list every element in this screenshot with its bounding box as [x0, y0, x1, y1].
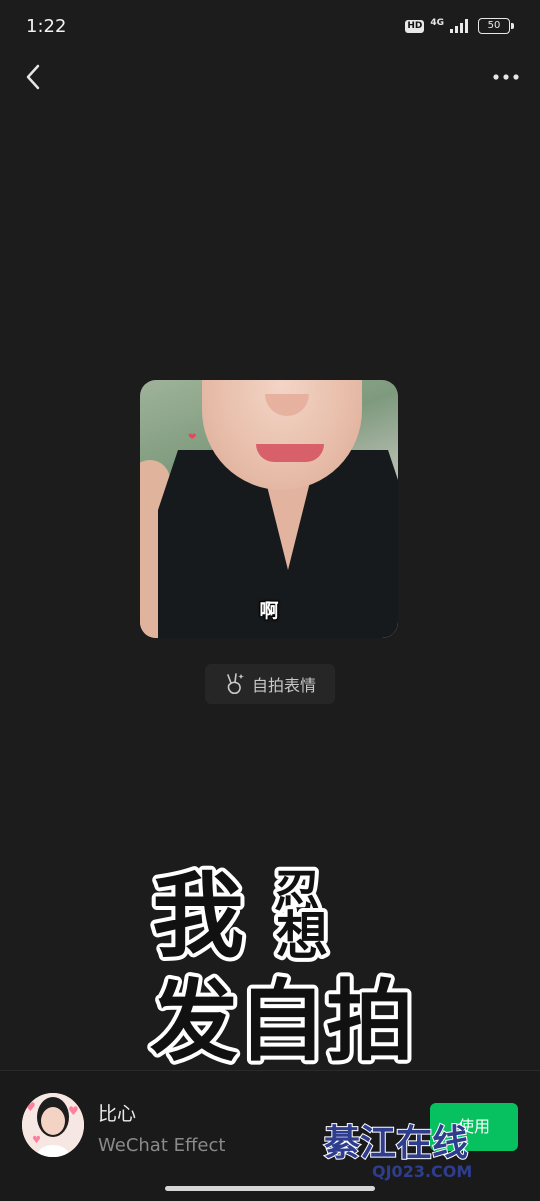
effect-title: 比心 [98, 1103, 137, 1125]
sticker-line-fazipai: 发自拍 [150, 970, 414, 1066]
photo-lips [256, 444, 324, 462]
effect-avatar[interactable]: ♥ ♥ ♥ [22, 1093, 84, 1157]
chevron-left-icon [26, 64, 40, 90]
sticker-text-image: 我 忍 想 发自拍 [146, 859, 418, 1066]
selfie-sticker-image[interactable]: ❤ 啊 [140, 380, 398, 638]
svg-text:♥: ♥ [68, 1104, 79, 1118]
heart-icon: ❤ [188, 432, 197, 443]
site-watermark: 綦江在线 QJ023.COM [323, 1122, 472, 1181]
home-indicator[interactable] [165, 1186, 375, 1191]
network-type: 4G [430, 17, 444, 28]
selfie-sticker-button[interactable]: 自拍表情 [205, 664, 335, 704]
svg-text:♥: ♥ [32, 1135, 41, 1146]
victory-hand-icon [227, 673, 244, 695]
hd-badge: HD [405, 19, 425, 33]
photo-caption: 啊 [259, 600, 279, 622]
more-dots-icon [493, 74, 519, 80]
watermark-url: QJ023.COM [372, 1162, 472, 1181]
signal-icon [450, 19, 468, 33]
status-bar: 1:22 HD 4G 50 [0, 0, 540, 54]
more-button[interactable] [488, 62, 524, 92]
effect-bar: ♥ ♥ ♥ 比心 WeChat Effect 使用 綦江在线 QJ023.COM [0, 1070, 540, 1201]
back-button[interactable] [18, 60, 52, 94]
svg-text:♥: ♥ [25, 1100, 36, 1114]
status-icons: HD 4G 50 [405, 17, 514, 34]
sticker-char-wo: 我 [152, 863, 244, 970]
status-time: 1:22 [26, 16, 67, 37]
sticker-char-xiang: 想 [276, 907, 328, 967]
effect-thumbnail-icon: ♥ ♥ ♥ [22, 1093, 84, 1157]
watermark-text: 綦江在线 [324, 1123, 468, 1164]
selfie-sticker-label: 自拍表情 [251, 676, 316, 695]
battery-icon: 50 [478, 18, 514, 34]
effect-subtitle: WeChat Effect [98, 1135, 226, 1156]
